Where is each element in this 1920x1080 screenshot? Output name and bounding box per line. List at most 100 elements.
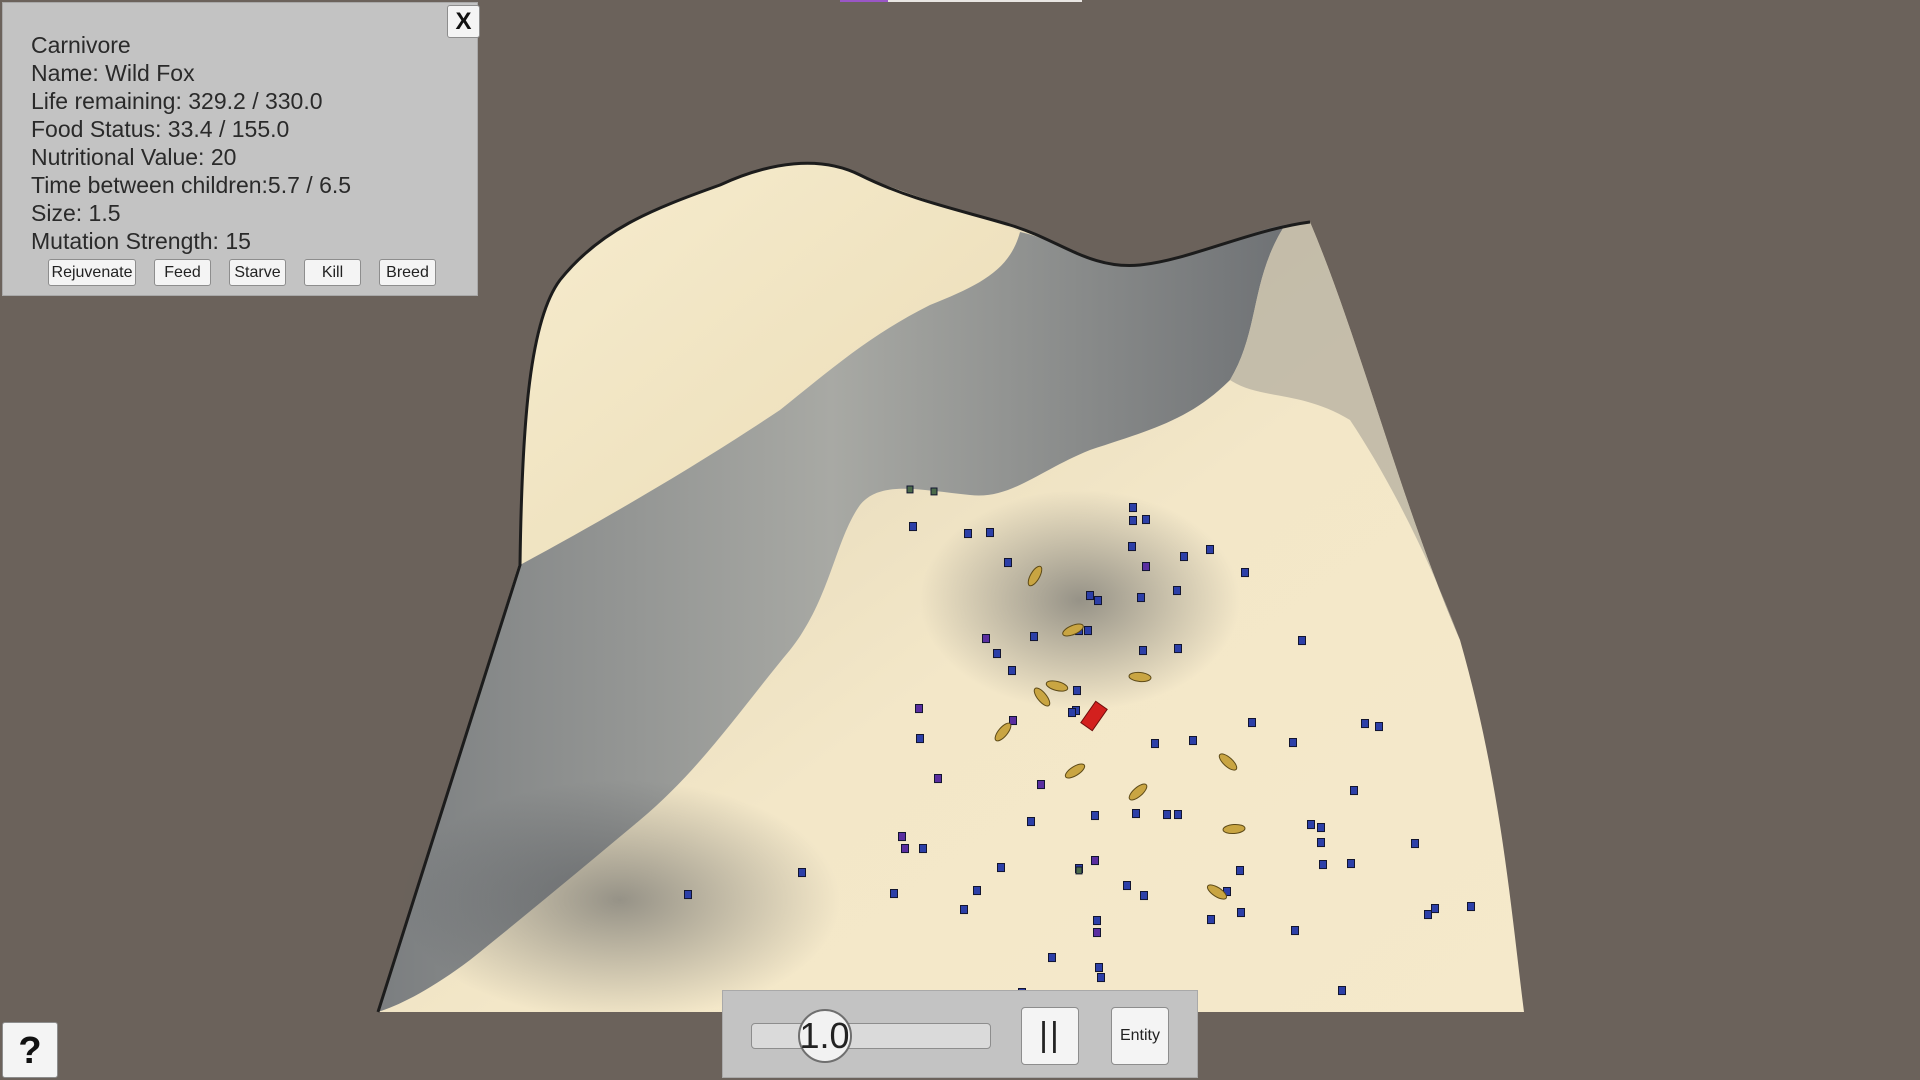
entity-type-label: Carnivore [31,32,131,58]
creature-marker[interactable] [1174,644,1182,654]
creature-marker[interactable] [1137,593,1145,603]
simulation-control-bar: 1.0 || Entity [722,990,1198,1078]
creature-marker[interactable] [1347,859,1355,869]
creature-marker[interactable] [1123,881,1131,891]
creature-marker[interactable] [898,832,906,842]
creature-marker[interactable] [973,886,981,896]
creature-marker[interactable] [1424,910,1432,920]
entity-food-status: Food Status: 33.4 / 155.0 [31,116,290,142]
creature-marker[interactable] [1129,503,1137,513]
creature-marker[interactable] [1142,515,1150,525]
entity-life-remaining: Life remaining: 329.2 / 330.0 [31,88,323,114]
creature-marker[interactable] [1048,953,1056,963]
creature-marker[interactable] [1350,786,1358,796]
creature-marker[interactable] [1467,902,1475,912]
entity-button[interactable]: Entity [1111,1007,1169,1065]
creature-marker[interactable] [1095,963,1103,973]
creature-marker[interactable] [1132,809,1140,819]
entity-mutation-strength: Mutation Strength: 15 [31,228,251,254]
creature-marker[interactable] [1338,986,1346,996]
creature-marker[interactable] [1030,632,1038,642]
creature-marker[interactable] [1068,708,1076,718]
creature-marker[interactable] [1093,916,1101,926]
creature-marker[interactable] [930,487,938,496]
creature-marker[interactable] [798,868,806,878]
creature-marker[interactable] [1236,866,1244,876]
creature-marker[interactable] [1128,542,1136,552]
creature-marker[interactable] [1206,545,1214,555]
creature-marker[interactable] [1091,811,1099,821]
game-viewport[interactable]: Carnivore Name: Wild Fox Life remaining:… [0,0,1920,1080]
entity-size: Size: 1.5 [31,200,121,226]
creature-marker[interactable] [964,529,972,539]
help-button[interactable]: ? [2,1022,58,1078]
entity-info-lines: Carnivore Name: Wild Fox Life remaining:… [31,31,351,255]
entity-nutritional-value: Nutritional Value: 20 [31,144,237,170]
creature-marker[interactable] [1139,646,1147,656]
entity-name: Name: Wild Fox [31,60,195,86]
creature-marker[interactable] [1237,908,1245,918]
creature-marker[interactable] [960,905,968,915]
entity-time-between-children: Time between children:5.7 / 6.5 [31,172,352,198]
creature-marker[interactable] [901,844,909,854]
creature-marker[interactable] [915,704,923,714]
creature-marker[interactable] [1094,596,1102,606]
creature-marker[interactable] [993,649,1001,659]
top-indicator-violet [840,0,888,2]
creature-marker[interactable] [986,528,994,538]
creature-marker[interactable] [1431,904,1439,914]
creature-marker[interactable] [1037,780,1045,790]
starve-button[interactable]: Starve [229,259,286,286]
creature-marker[interactable] [1073,686,1081,696]
creature-marker[interactable] [982,634,990,644]
creature-marker[interactable] [684,890,692,900]
creature-marker[interactable] [1248,718,1256,728]
breed-button[interactable]: Breed [379,259,436,286]
creature-marker[interactable] [1361,719,1369,729]
creature-marker[interactable] [909,522,917,532]
creature-marker[interactable] [1241,568,1249,578]
creature-marker[interactable] [934,774,942,784]
creature-marker[interactable] [1163,810,1171,820]
close-info-panel-button[interactable]: X [447,5,480,38]
creature-marker[interactable] [1319,860,1327,870]
creature-marker[interactable] [1317,823,1325,833]
creature-marker[interactable] [890,889,898,899]
creature-marker[interactable] [906,485,914,494]
creature-marker[interactable] [1317,838,1325,848]
creature-marker[interactable] [1027,817,1035,827]
creature-marker[interactable] [1091,856,1099,866]
creature-marker[interactable] [997,863,1005,873]
creature-marker[interactable] [1151,739,1159,749]
creature-marker[interactable] [919,844,927,854]
creature-marker[interactable] [1180,552,1188,562]
terrain-valley-shadow [920,490,1240,710]
creature-marker[interactable] [1097,973,1105,983]
creature-marker[interactable] [1129,516,1137,526]
creature-marker[interactable] [1173,586,1181,596]
speed-slider-knob[interactable]: 1.0 [797,1009,852,1063]
rejuvenate-button[interactable]: Rejuvenate [48,259,136,286]
pause-button[interactable]: || [1021,1007,1079,1065]
creature-marker[interactable] [1291,926,1299,936]
creature-marker[interactable] [1140,891,1148,901]
creature-marker[interactable] [1075,866,1083,875]
creature-marker[interactable] [1207,915,1215,925]
creature-marker[interactable] [1142,562,1150,572]
creature-marker[interactable] [1375,722,1383,732]
feed-button[interactable]: Feed [154,259,211,286]
creature-marker[interactable] [1084,626,1092,636]
creature-marker[interactable] [1298,636,1306,646]
creature-marker[interactable] [1411,839,1419,849]
creature-marker[interactable] [1174,810,1182,820]
creature-marker[interactable] [1093,928,1101,938]
creature-marker[interactable] [1004,558,1012,568]
kill-button[interactable]: Kill [304,259,361,286]
creature-marker[interactable] [1307,820,1315,830]
creature-marker[interactable] [1086,591,1094,601]
speed-slider-track[interactable] [751,1023,991,1049]
creature-marker[interactable] [1189,736,1197,746]
creature-marker[interactable] [1289,738,1297,748]
creature-marker[interactable] [916,734,924,744]
creature-marker[interactable] [1008,666,1016,676]
